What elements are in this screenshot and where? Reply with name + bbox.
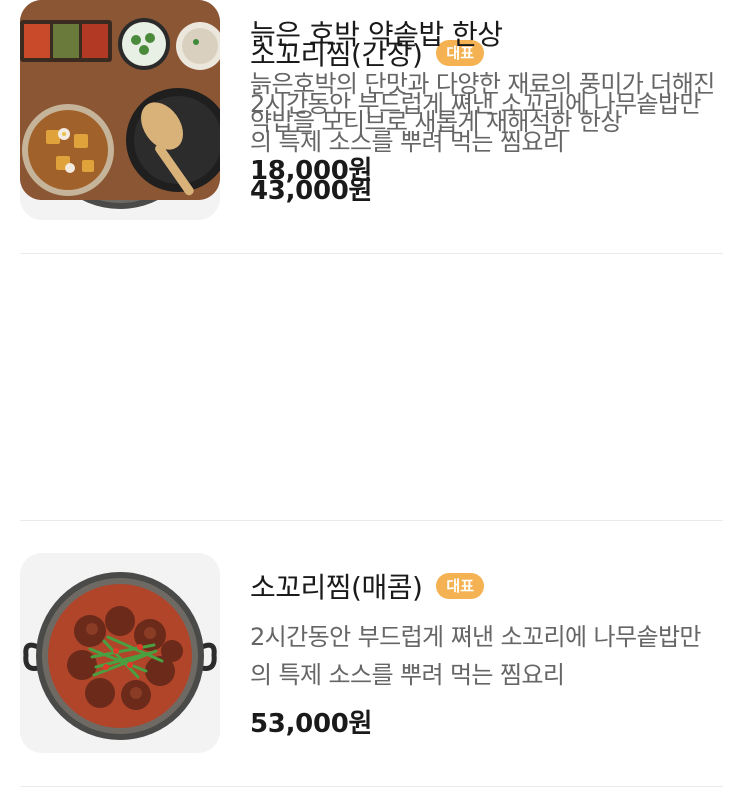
- menu-item-image[interactable]: [20, 0, 220, 200]
- menu-item-image[interactable]: [20, 553, 220, 753]
- menu-item-description: 늙은호박의 단맛과 다양한 재료의 풍미가 더해진 약밥을 모티브로 새롭게 재…: [250, 70, 715, 136]
- signature-badge: 대표: [436, 573, 485, 599]
- menu-list: 소꼬리찜(간장) 대표 2시간동안 부드럽게 쪄낸 소꼬리에 나무솥밥만의 특제…: [0, 0, 738, 798]
- divider: [20, 520, 723, 521]
- braised-oxtail-spicy-icon: [20, 553, 220, 753]
- divider: [20, 253, 723, 254]
- menu-item-title[interactable]: 늙은 호박 약솥밥 한상: [250, 13, 503, 53]
- menu-item-oxtail-spicy[interactable]: 소꼬리찜(매콤) 대표 2시간동안 부드럽게 쪄낸 소꼬리에 나무솥밥만의 특제…: [20, 553, 723, 753]
- menu-item-info: 늙은 호박 약솥밥 한상 늙은호박의 단맛과 다양한 재료의 풍미가 더해진 약…: [250, 0, 720, 187]
- menu-item-info: 소꼬리찜(매콤) 대표 2시간동안 부드럽게 쪄낸 소꼬리에 나무솥밥만의 특제…: [250, 553, 720, 740]
- menu-item-price: 53,000원: [250, 709, 373, 739]
- divider: [20, 786, 723, 787]
- menu-item-price: 18,000원: [250, 156, 373, 186]
- title-row: 늙은 호박 약솥밥 한상: [250, 11, 720, 55]
- pumpkin-rice-set-icon: [20, 0, 220, 200]
- menu-item-pumpkin-rice-set[interactable]: 늙은 호박 약솥밥 한상 늙은호박의 단맛과 다양한 재료의 풍미가 더해진 약…: [20, 0, 723, 200]
- menu-item-title[interactable]: 소꼬리찜(매콤): [250, 566, 423, 606]
- title-row: 소꼬리찜(매콤) 대표: [250, 564, 720, 608]
- menu-item-description: 2시간동안 부드럽게 쪄낸 소꼬리에 나무솥밥만의 특제 소스를 뿌려 먹는 찜…: [250, 623, 702, 689]
